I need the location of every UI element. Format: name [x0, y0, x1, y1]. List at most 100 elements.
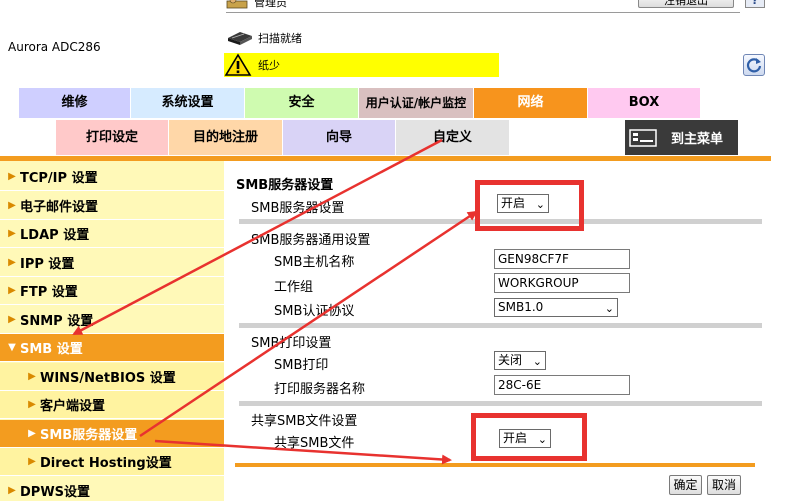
tab-system-settings[interactable]: 系统设置: [131, 88, 245, 118]
scan-status-text: 扫描就绪: [258, 32, 302, 45]
arrow-right-icon: ▶: [28, 399, 36, 410]
sidebar-item-label: WINS/NetBIOS 设置: [40, 371, 176, 386]
sidebar-item-ldap[interactable]: ▶ LDAP 设置: [0, 220, 224, 248]
main-menu-label: 到主菜单: [671, 132, 724, 147]
main-menu-icon: [629, 128, 657, 147]
tab-label: 目的地注册: [192, 130, 258, 145]
header: 管理员 注销退出 ? Aurora ADC286 扫描就绪 纸少: [0, 0, 786, 86]
auth-protocol-select[interactable]: SMB1.0 ⌄: [494, 298, 618, 317]
arrow-right-icon: ▶: [28, 456, 36, 467]
tab-custom[interactable]: 自定义: [396, 120, 510, 155]
paper-warning-text: 纸少: [258, 59, 280, 72]
sidebar-item-label: TCP/IP 设置: [20, 171, 98, 186]
tab-wizard[interactable]: 向导: [283, 120, 396, 155]
admin-icon: [226, 0, 248, 9]
chevron-down-icon: ⌄: [532, 355, 542, 368]
arrow-right-icon: ▶: [8, 171, 16, 182]
tab-print-settings[interactable]: 打印设定: [56, 120, 169, 155]
arrow-right-icon: ▶: [28, 371, 36, 382]
tab-network[interactable]: 网络: [474, 88, 588, 118]
auth-protocol-label: SMB认证协议: [274, 304, 355, 319]
workgroup-label: 工作组: [274, 280, 314, 295]
sidebar-item-ftp[interactable]: ▶ FTP 设置: [0, 277, 224, 305]
print-server-name-label: 打印服务器名称: [274, 382, 366, 397]
sidebar-item-email[interactable]: ▶ 电子邮件设置: [0, 192, 224, 220]
arrow-right-icon: ▶: [8, 228, 16, 239]
sidebar-item-snmp[interactable]: ▶ SNMP 设置: [0, 306, 224, 334]
sidebar-item-tcpip[interactable]: ▶ TCP/IP 设置: [0, 163, 224, 191]
auth-protocol-select-value: SMB1.0: [498, 300, 544, 314]
tab-label: 维修: [61, 95, 88, 110]
tab-label: 打印设定: [85, 130, 138, 145]
tab-destination-registration[interactable]: 目的地注册: [169, 120, 283, 155]
sidebar-item-label: FTP 设置: [20, 285, 78, 300]
sidebar: ▶ TCP/IP 设置 ▶ 电子邮件设置 ▶ LDAP 设置 ▶ IPP 设置 ▶ FTP…: [0, 161, 224, 501]
tab-label: 网络: [517, 95, 544, 110]
section-divider: [239, 401, 762, 406]
share-files-label: 共享SMB文件: [274, 436, 355, 451]
arrow-right-icon: ▶: [8, 285, 16, 296]
device-name: Aurora ADC286: [8, 40, 101, 54]
highlight-box-share-files: [471, 413, 587, 461]
tab-label: 系统设置: [161, 95, 214, 110]
section-divider: [239, 323, 762, 328]
ok-button[interactable]: 确定: [669, 475, 702, 495]
help-button[interactable]: ?: [745, 0, 765, 8]
sidebar-item-ipp[interactable]: ▶ IPP 设置: [0, 249, 224, 277]
sidebar-item-label: 客户端设置: [40, 399, 106, 414]
form-bottom-rule: [235, 463, 755, 467]
sidebar-item-smb-server[interactable]: ▶ SMB服务器设置: [0, 420, 224, 448]
sidebar-item-direct-hosting[interactable]: ▶ Direct Hosting设置: [0, 448, 224, 476]
refresh-button[interactable]: [743, 54, 765, 76]
admin-label: 管理员: [254, 0, 287, 9]
tab-user-auth[interactable]: 用户认证/帐户监控: [359, 88, 474, 118]
tab-label: 用户认证/帐户监控: [365, 96, 467, 110]
sidebar-item-label: SMB服务器设置: [40, 428, 138, 443]
admin-indicator: 管理员: [226, 0, 287, 10]
chevron-down-icon: ⌄: [604, 302, 614, 315]
host-name-input[interactable]: GEN98CF7F: [494, 249, 630, 269]
header-divider: [226, 12, 740, 13]
sidebar-item-wins-netbios[interactable]: ▶ WINS/NetBIOS 设置: [0, 363, 224, 391]
tab-box[interactable]: BOX: [588, 88, 701, 118]
tab-maintenance[interactable]: 维修: [19, 88, 131, 118]
warning-icon: [224, 53, 252, 76]
cancel-button[interactable]: 取消: [707, 475, 741, 495]
scanner-icon: [228, 32, 252, 45]
arrow-right-icon: ▶: [8, 200, 16, 211]
logout-button[interactable]: 注销退出: [638, 0, 734, 8]
scan-status: 扫描就绪: [226, 29, 302, 47]
arrow-down-icon: ▼: [8, 342, 16, 353]
common-section-title: SMB服务器通用设置: [251, 233, 371, 248]
sidebar-item-dpws[interactable]: ▶ DPWS设置: [0, 477, 224, 501]
smb-print-label: SMB打印: [274, 358, 329, 373]
sidebar-item-label: 电子邮件设置: [20, 200, 99, 215]
highlight-box-server-setting: [475, 180, 584, 231]
primary-tabs: 维修 系统设置 安全 用户认证/帐户监控 网络 BOX: [19, 88, 701, 118]
page-title: SMB服务器设置: [236, 178, 334, 193]
tab-label: BOX: [628, 95, 660, 110]
sidebar-item-label: SMB 设置: [20, 342, 83, 357]
paper-warning: 纸少: [224, 53, 499, 77]
sidebar-item-label: SNMP 设置: [20, 314, 94, 329]
sidebar-item-label: DPWS设置: [20, 485, 91, 500]
share-section-title: 共享SMB文件设置: [251, 414, 358, 429]
sidebar-item-label: Direct Hosting设置: [40, 456, 172, 471]
main-menu-button[interactable]: 到主菜单: [625, 120, 738, 155]
print-server-name-input[interactable]: 28C-6E: [494, 375, 630, 395]
tab-label: 安全: [288, 95, 315, 110]
sidebar-item-smb[interactable]: ▼ SMB 设置: [0, 334, 224, 362]
tab-security[interactable]: 安全: [245, 88, 359, 118]
arrow-right-icon: ▶: [8, 257, 16, 268]
host-name-label: SMB主机名称: [274, 255, 355, 270]
sidebar-item-client-settings[interactable]: ▶ 客户端设置: [0, 391, 224, 419]
smb-print-select-value: 关闭: [498, 353, 523, 367]
smb-server-setting-label: SMB服务器设置: [251, 201, 345, 216]
refresh-icon: [746, 58, 762, 73]
sidebar-item-label: IPP 设置: [20, 257, 75, 272]
secondary-tabs: 打印设定 目的地注册 向导 自定义: [56, 120, 510, 155]
tab-label: 向导: [325, 130, 352, 145]
smb-print-select[interactable]: 关闭 ⌄: [494, 351, 546, 370]
arrow-right-icon: ▶: [8, 314, 16, 325]
workgroup-input[interactable]: WORKGROUP: [494, 273, 630, 293]
